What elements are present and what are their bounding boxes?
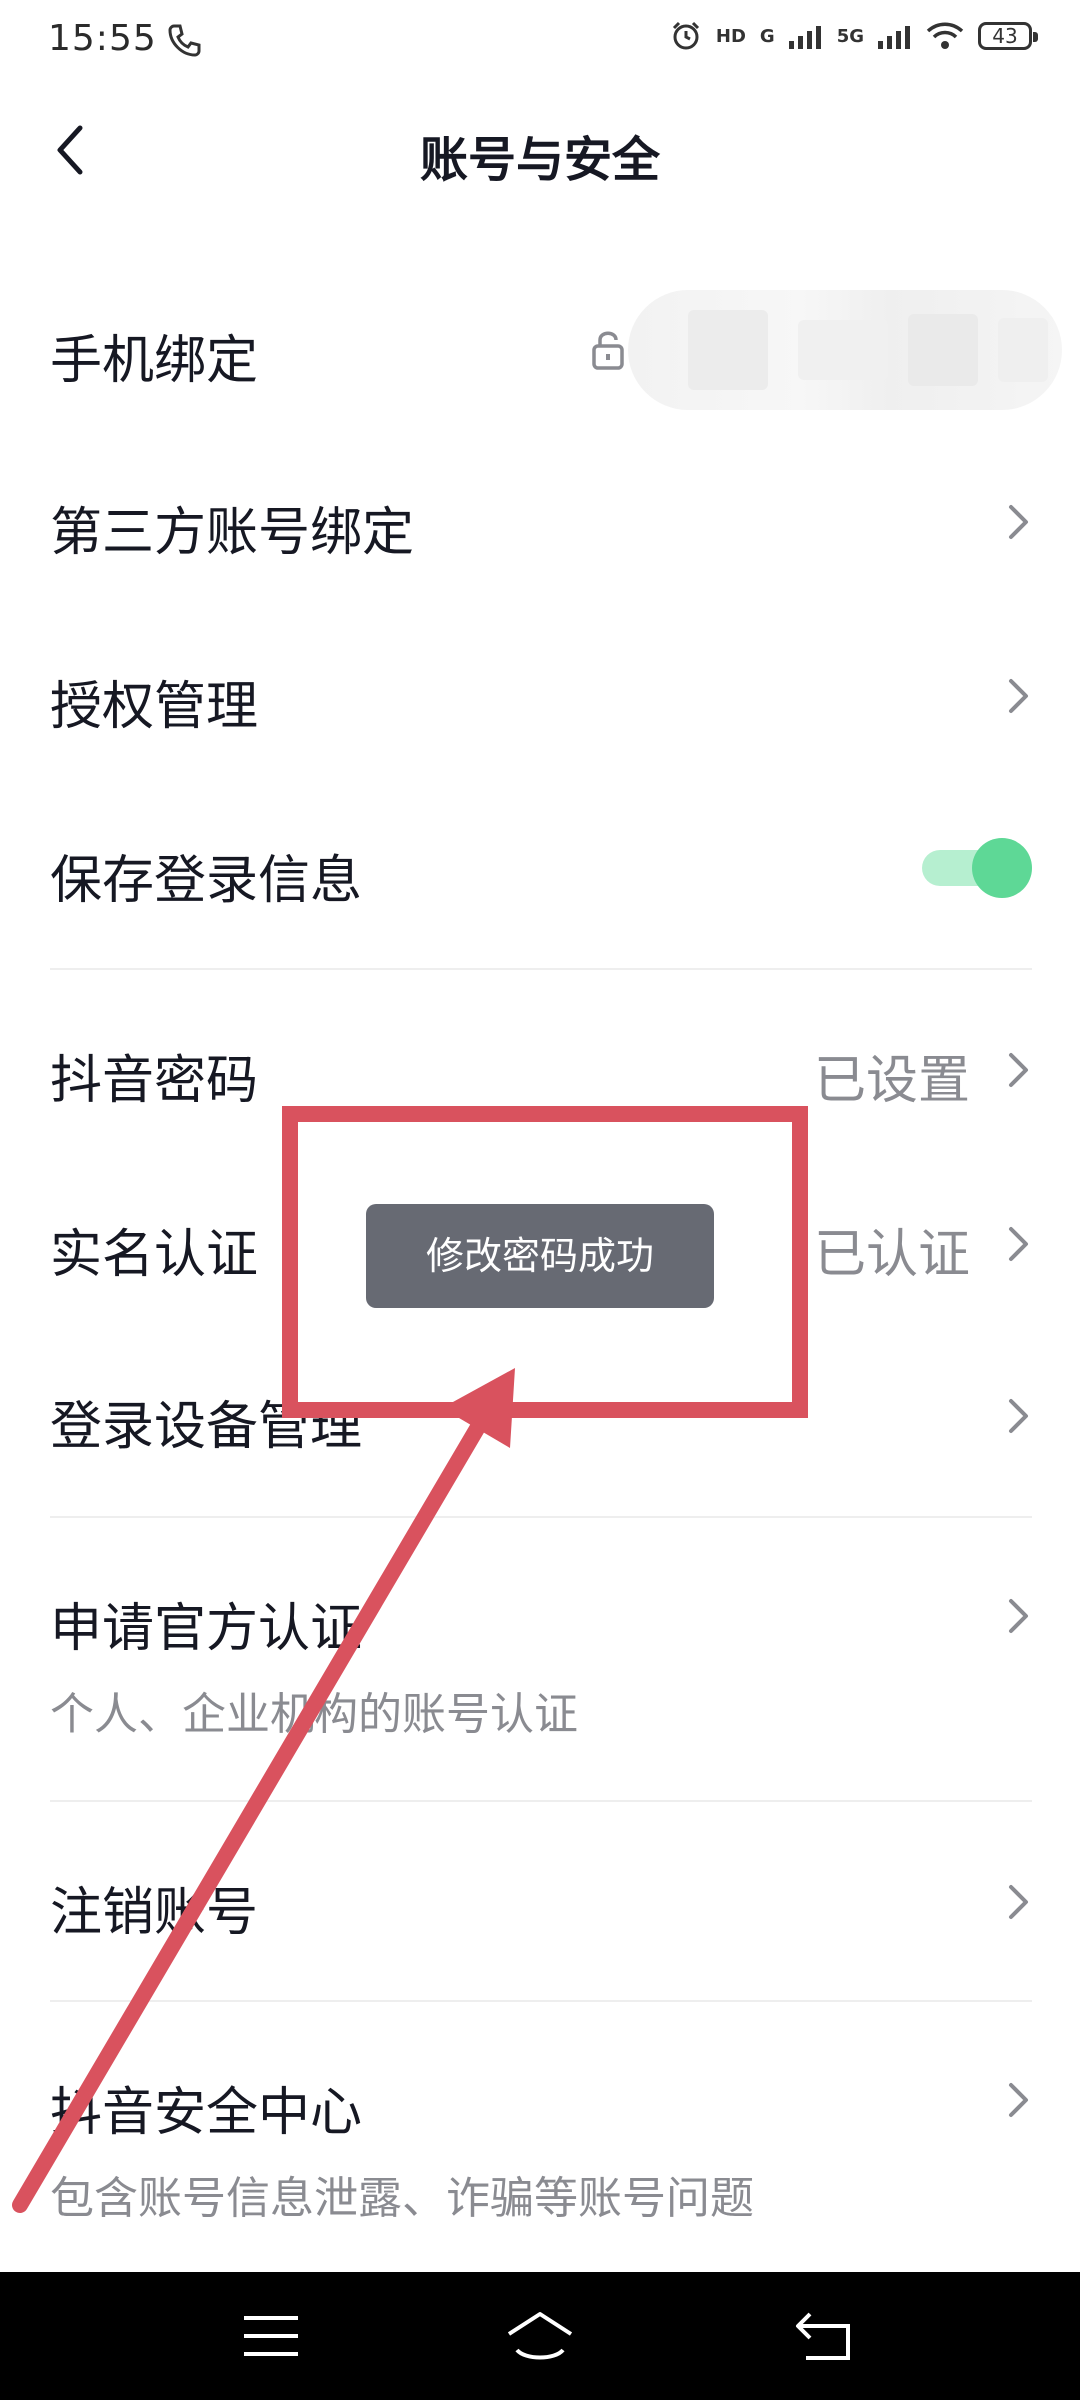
system-nav-bar bbox=[0, 2272, 1080, 2400]
g-label: G bbox=[759, 25, 775, 47]
phone-call-icon bbox=[168, 24, 201, 57]
divider bbox=[50, 1516, 1032, 1518]
divider bbox=[50, 2000, 1032, 2002]
chevron-right-icon bbox=[1009, 1399, 1028, 1433]
row-value: 已认证 bbox=[813, 1225, 970, 1285]
save-login-toggle[interactable] bbox=[922, 838, 1032, 898]
divider bbox=[50, 1800, 1032, 1802]
row-label: 注销账号 bbox=[50, 1883, 259, 1943]
row-label: 手机绑定 bbox=[50, 331, 259, 391]
return-icon[interactable] bbox=[790, 2306, 860, 2366]
5g-label: 5G bbox=[836, 25, 864, 47]
chevron-right-icon bbox=[1009, 505, 1028, 539]
menu-icon[interactable] bbox=[236, 2306, 306, 2366]
row-label: 抖音密码 bbox=[50, 1051, 259, 1111]
status-time: 15:55 bbox=[48, 18, 157, 59]
wifi-icon bbox=[926, 22, 964, 49]
battery-indicator: 43 bbox=[978, 22, 1038, 50]
blurred-phone-number bbox=[628, 290, 1062, 410]
row-subtitle: 个人、企业机构的账号认证 bbox=[50, 1689, 578, 1740]
row-label: 第三方账号绑定 bbox=[50, 503, 415, 563]
home-icon[interactable] bbox=[505, 2306, 575, 2366]
row-label: 实名认证 bbox=[50, 1225, 259, 1285]
row-label: 保存登录信息 bbox=[50, 851, 363, 911]
alarm-icon bbox=[672, 21, 699, 50]
row-save-login-info: 保存登录信息 bbox=[50, 818, 1032, 928]
row-authorization[interactable]: 授权管理 bbox=[50, 644, 1032, 754]
lock-icon bbox=[592, 331, 624, 370]
page-title: 账号与安全 bbox=[419, 132, 660, 188]
row-official-verification[interactable]: 申请官方认证 个人、企业机构的账号认证 bbox=[50, 1566, 1032, 1746]
row-label: 抖音安全中心 bbox=[50, 2083, 363, 2143]
row-cancel-account[interactable]: 注销账号 bbox=[50, 1850, 1032, 1960]
chevron-right-icon bbox=[1009, 679, 1028, 713]
chevron-right-icon bbox=[1009, 1885, 1028, 1919]
status-bar: 15:55 HD G 5G 43 bbox=[0, 0, 1080, 80]
row-label: 申请官方认证 bbox=[50, 1599, 363, 1659]
status-icons: HD G 5G 43 bbox=[670, 20, 1038, 52]
chevron-right-icon bbox=[1009, 1227, 1028, 1261]
row-label: 授权管理 bbox=[50, 677, 259, 737]
signal-icon-2 bbox=[878, 26, 910, 49]
row-value: 已设置 bbox=[813, 1051, 970, 1111]
chevron-right-icon bbox=[1009, 1053, 1028, 1087]
divider bbox=[50, 968, 1032, 970]
chevron-right-icon bbox=[1009, 1599, 1028, 1633]
row-third-party-binding[interactable]: 第三方账号绑定 bbox=[50, 470, 1032, 580]
nav-bar: 账号与安全 bbox=[0, 90, 1080, 210]
row-subtitle: 包含账号信息泄露、诈骗等账号问题 bbox=[50, 2173, 754, 2224]
toggle-knob bbox=[972, 838, 1032, 898]
hd-label: HD bbox=[715, 25, 746, 47]
row-security-center[interactable]: 抖音安全中心 包含账号信息泄露、诈骗等账号问题 bbox=[50, 2050, 1032, 2230]
signal-icon bbox=[788, 26, 821, 49]
annotation-highlight-box bbox=[282, 1106, 808, 1418]
chevron-right-icon bbox=[1009, 2083, 1028, 2117]
